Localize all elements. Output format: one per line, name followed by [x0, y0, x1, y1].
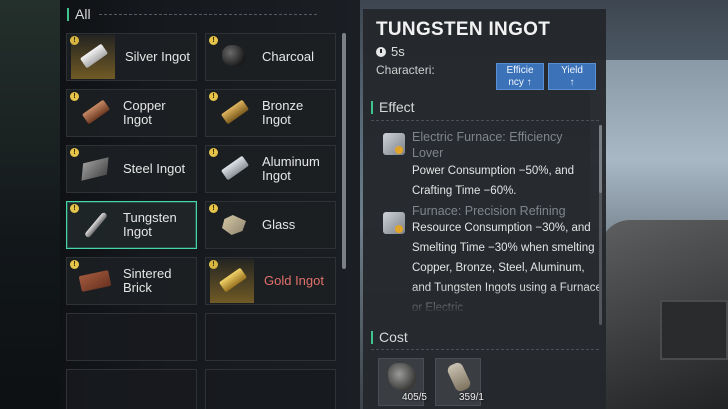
cost-header-label: Cost: [379, 329, 408, 345]
glass-icon: [216, 207, 252, 243]
sintered-brick-icon: [77, 263, 113, 299]
ore-icon: [388, 363, 416, 391]
item-label: Copper Ingot: [123, 98, 166, 127]
effect-scrollbar[interactable]: [599, 125, 602, 325]
empty-slot: [66, 313, 197, 361]
empty-slot: [205, 313, 336, 361]
effect-title: Furnace: Precision Refining: [412, 204, 566, 218]
item-aluminum-ingot[interactable]: ! Aluminum Ingot: [205, 145, 336, 193]
item-label: Tungsten Ingot: [123, 210, 177, 239]
item-sintered-brick[interactable]: ! Sintered Brick: [66, 257, 197, 305]
item-detail-panel: TUNGSTEN INGOT 5s Characteri: Efficie nc…: [363, 9, 606, 409]
item-list-panel: All ! Silver Ingot ! Charcoal ! Copper I…: [60, 0, 345, 409]
characteristic-tag-efficiency[interactable]: Efficie ncy ↑: [496, 63, 544, 90]
item-gold-ingot[interactable]: ! Gold Ingot: [205, 257, 336, 305]
bottle-icon: [445, 360, 473, 394]
cost-item-bottle[interactable]: 359/1: [435, 358, 484, 406]
divider: [371, 120, 599, 121]
effect-header-label: Effect: [379, 99, 415, 115]
clock-icon: [376, 46, 386, 57]
cost-count: 405/5: [401, 392, 427, 403]
item-tungsten-ingot[interactable]: ! Tungsten Ingot: [66, 201, 197, 249]
tungsten-ingot-icon: [77, 207, 113, 243]
bronze-ingot-icon: [216, 95, 252, 131]
item-label: Gold Ingot: [264, 273, 324, 288]
item-label: Steel Ingot: [123, 161, 186, 176]
craft-time-value: 5s: [391, 44, 405, 59]
item-label: Aluminum Ingot: [262, 154, 320, 183]
item-grid: ! Silver Ingot ! Charcoal ! Copper Ingot…: [66, 33, 336, 409]
item-bronze-ingot[interactable]: ! Bronze Ingot: [205, 89, 336, 137]
item-glass[interactable]: ! Glass: [205, 201, 336, 249]
charcoal-icon: [216, 39, 252, 75]
gold-ingot-icon: [210, 259, 254, 303]
item-copper-ingot[interactable]: ! Copper Ingot: [66, 89, 197, 137]
item-steel-ingot[interactable]: ! Steel Ingot: [66, 145, 197, 193]
characteristics-label: Characteri:: [376, 63, 435, 77]
effect-section-header: Effect: [371, 99, 415, 115]
cost-section-header: Cost: [371, 329, 408, 345]
silver-ingot-icon: [71, 35, 115, 79]
detail-title: TUNGSTEN INGOT: [376, 19, 551, 40]
steel-ingot-icon: [77, 151, 113, 187]
list-scrollbar[interactable]: [342, 33, 346, 269]
craft-time: 5s: [376, 44, 405, 59]
effect-description: Power Consumption −50%, and Crafting Tim…: [412, 165, 575, 197]
item-label: Sintered Brick: [123, 266, 172, 295]
item-charcoal[interactable]: ! Charcoal: [205, 33, 336, 81]
effect-title: Electric Furnace: Efficiency Lover: [412, 130, 563, 160]
item-label: Bronze Ingot: [262, 98, 304, 127]
effect-description: Resource Consumption −30%, and Smelting …: [412, 222, 602, 314]
electric-furnace-icon: [383, 133, 405, 155]
cost-item-ore[interactable]: 405/5: [378, 358, 427, 406]
copper-ingot-icon: [77, 95, 113, 131]
characteristic-tag-yield[interactable]: Yield ↑: [548, 63, 596, 90]
item-label: Silver Ingot: [125, 49, 191, 64]
aluminum-ingot-icon: [216, 151, 252, 187]
all-header-label: All: [75, 6, 91, 22]
all-section-header: All: [67, 6, 317, 22]
item-label: Charcoal: [262, 49, 315, 64]
divider: [371, 349, 599, 350]
empty-slot: [66, 369, 197, 409]
furnace-icon: [383, 212, 405, 234]
cost-count: 359/1: [458, 392, 484, 403]
empty-slot: [205, 369, 336, 409]
item-label: Glass: [262, 217, 296, 232]
item-silver-ingot[interactable]: ! Silver Ingot: [66, 33, 197, 81]
